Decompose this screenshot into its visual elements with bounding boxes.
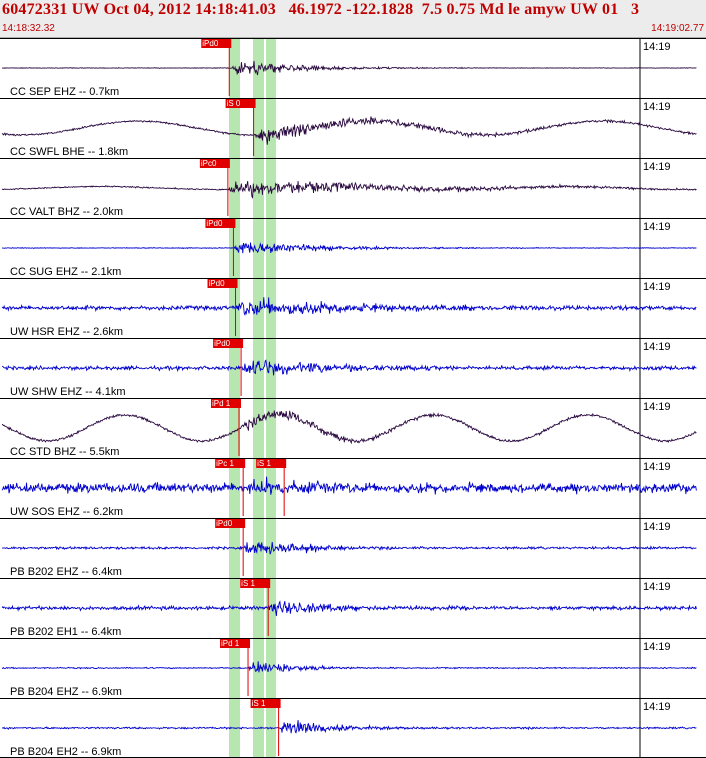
station-label: CC SEP EHZ -- 0.7km — [10, 86, 119, 98]
waveform-trace[interactable] — [1, 661, 697, 673]
time-tick-label: 14:19 — [643, 41, 671, 53]
time-tick-label: 14:19 — [643, 221, 671, 233]
phase-pick-label: iPd0 — [216, 519, 233, 528]
phase-pick-label: iPd0 — [206, 219, 223, 228]
phase-pick-label: iS 1 — [252, 699, 266, 708]
phase-pick-label: iPd 1 — [212, 399, 231, 408]
station-label: CC STD BHZ -- 5.5km — [10, 446, 119, 458]
waveform-trace[interactable] — [1, 476, 697, 495]
station-label: CC VALT BHZ -- 2.0km — [10, 206, 123, 218]
time-tick-label: 14:19 — [643, 161, 671, 173]
waveform-trace[interactable] — [1, 600, 697, 617]
time-tick-label: 14:19 — [643, 281, 671, 293]
window-start-time: 14:18:32.32 — [2, 23, 55, 34]
station-label: UW SHW EHZ -- 4.1km — [10, 386, 126, 398]
station-label: PB B202 EH1 -- 6.4km — [10, 626, 121, 638]
station-label: UW SOS EHZ -- 6.2km — [10, 506, 123, 518]
phase-pick-label: iPd0 — [202, 39, 219, 48]
waveform-trace[interactable] — [1, 116, 697, 145]
event-header: 60472331 UW Oct 04, 2012 14:18:41.03 46.… — [0, 0, 706, 38]
station-label: PB B204 EHZ -- 6.9km — [10, 686, 122, 698]
waveform-trace[interactable] — [1, 297, 697, 317]
station-label: UW HSR EHZ -- 2.6km — [10, 326, 123, 338]
phase-pick-label: iPc 1 — [216, 459, 234, 468]
time-tick-label: 14:19 — [643, 641, 671, 653]
time-tick-label: 14:19 — [643, 341, 671, 353]
station-label: PB B202 EHZ -- 6.4km — [10, 566, 122, 578]
phase-pick-label: iS 1 — [241, 579, 255, 588]
waveform-trace[interactable] — [1, 720, 697, 734]
phase-pick-label: iS 0 — [227, 99, 241, 108]
phase-pick-label: iS 1 — [257, 459, 271, 468]
station-label: PB B204 EH2 -- 6.9km — [10, 746, 121, 758]
waveform-trace[interactable] — [1, 242, 697, 254]
waveform-trace[interactable] — [2, 542, 697, 555]
waveform-trace[interactable] — [1, 410, 697, 445]
time-tick-label: 14:19 — [643, 401, 671, 413]
waveform-trace[interactable] — [2, 359, 697, 376]
phase-pick-label: iPc0 — [201, 159, 217, 168]
time-tick-label: 14:19 — [643, 101, 671, 113]
time-tick-label: 14:19 — [643, 581, 671, 593]
phase-pick-label: iPd 1 — [221, 639, 240, 648]
time-tick-label: 14:19 — [643, 461, 671, 473]
phase-pick-label: iPd0 — [209, 279, 226, 288]
seismogram-panel[interactable]: iPd0 14:19 CC SEP EHZ -- 0.7km iS 0 14:19 CC … — [0, 38, 706, 758]
time-tick-label: 14:19 — [643, 701, 671, 713]
waveform-trace[interactable] — [2, 60, 697, 76]
phase-pick-label: iPd0 — [214, 339, 231, 348]
station-label: CC SWFL BHE -- 1.8km — [10, 146, 128, 158]
event-title: 60472331 UW Oct 04, 2012 14:18:41.03 46.… — [2, 1, 640, 18]
waveform-trace[interactable] — [1, 181, 697, 199]
window-end-time: 14:19:02.77 — [651, 23, 704, 34]
time-tick-label: 14:19 — [643, 521, 671, 533]
station-label: CC SUG EHZ -- 2.1km — [10, 266, 121, 278]
